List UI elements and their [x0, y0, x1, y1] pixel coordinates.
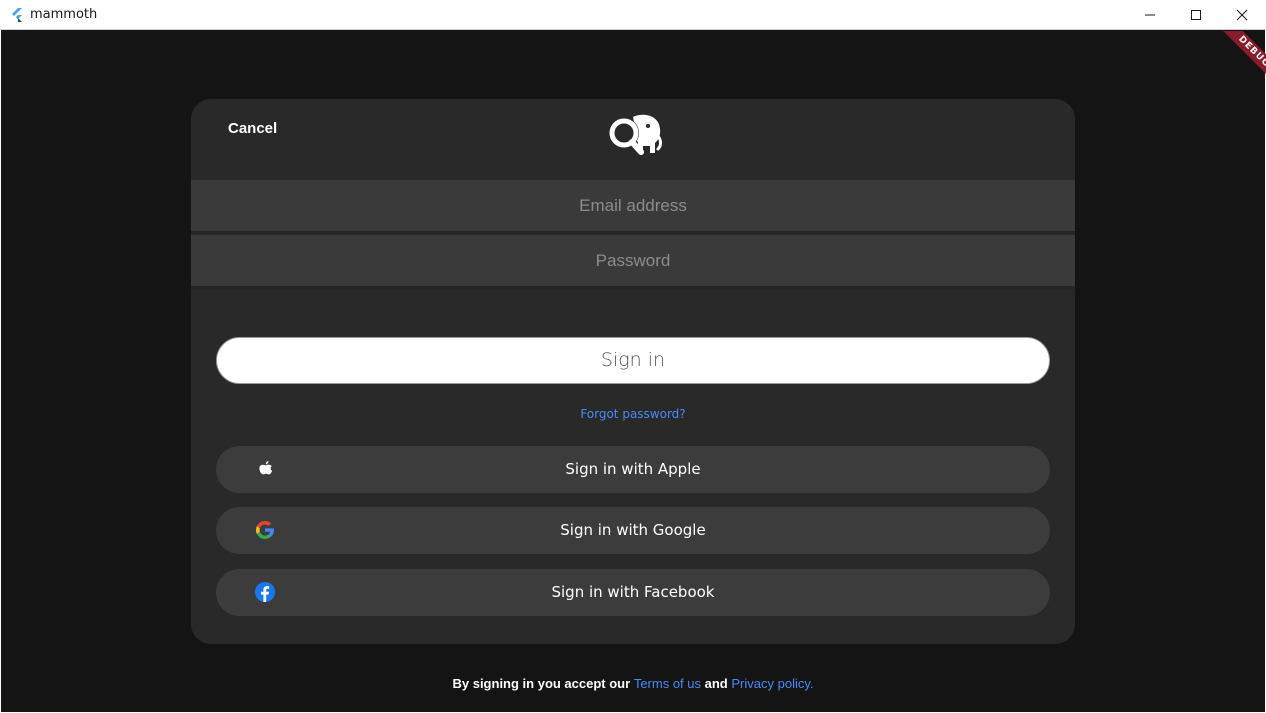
minimize-icon [1145, 14, 1155, 16]
close-button[interactable] [1219, 0, 1265, 30]
sign-in-button[interactable]: Sign in [216, 337, 1050, 384]
sign-in-with-google-label: Sign in with Google [560, 521, 706, 539]
maximize-button[interactable] [1173, 0, 1219, 30]
sign-in-with-apple-button[interactable]: Sign in with Apple [216, 446, 1050, 493]
terms-footer: By signing in you accept our Terms of us… [0, 676, 1266, 691]
password-field[interactable] [191, 235, 1075, 286]
debug-banner: DEBUG [1196, 31, 1266, 91]
flutter-app-icon [12, 8, 22, 22]
sign-in-with-apple-label: Sign in with Apple [565, 460, 701, 478]
sign-in-with-facebook-label: Sign in with Facebook [551, 583, 715, 601]
window-border-left [0, 30, 1, 713]
footer-and-text: and [704, 676, 728, 691]
sign-in-with-facebook-button[interactable]: Sign in with Facebook [216, 569, 1050, 616]
mammoth-search-logo-icon [609, 114, 662, 155]
minimize-button[interactable] [1127, 0, 1173, 30]
sign-in-with-google-button[interactable]: Sign in with Google [216, 507, 1050, 554]
window-title: mammoth [30, 7, 98, 22]
email-field[interactable] [191, 180, 1075, 231]
maximize-icon [1191, 10, 1201, 20]
forgot-password-link[interactable]: Forgot password? [191, 407, 1075, 421]
cancel-button[interactable]: Cancel [228, 120, 277, 137]
debug-label: DEBUG [1213, 31, 1266, 91]
close-icon [1236, 9, 1248, 21]
field-divider [191, 286, 1075, 289]
privacy-policy-link[interactable]: Privacy policy. [731, 676, 813, 691]
terms-link[interactable]: Terms of us [634, 676, 701, 691]
footer-prefix-text: By signing in you accept our [452, 676, 631, 691]
sign-in-card: Cancel Sign in Forgot password? Sign in … [191, 99, 1075, 644]
title-bar: mammoth [0, 0, 1266, 30]
field-divider [191, 231, 1075, 234]
